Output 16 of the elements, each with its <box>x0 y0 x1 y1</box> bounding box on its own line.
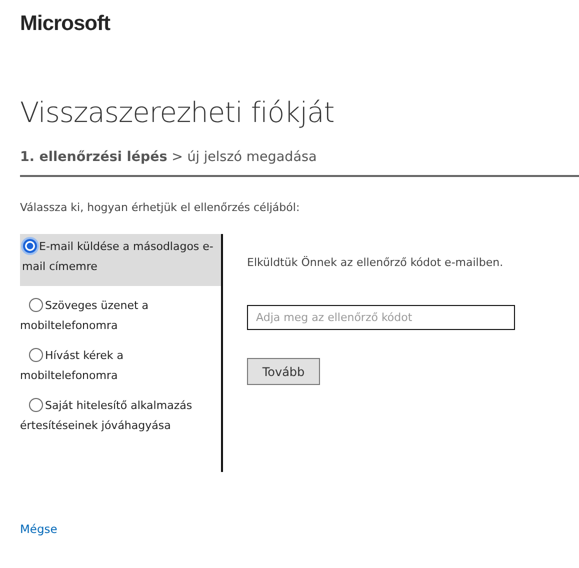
sent-message: Elküldtük Önnek az ellenőrző kódot e-mailben. <box>247 256 504 269</box>
radio-icon <box>29 348 43 362</box>
contact-option[interactable]: Szöveges üzenet a mobiltelefonomra <box>20 296 221 336</box>
contact-option[interactable]: E-mail küldése a másodlagos e-mail címemre <box>20 234 221 286</box>
contact-option[interactable]: Saját hitelesítő alkalmazás értesítéseinek jóváhagyása <box>20 396 221 436</box>
microsoft-logo: Microsoft <box>20 12 112 36</box>
instruction-text: Válassza ki, hogyan érhetjük el ellenőrzés céljából: <box>20 201 301 214</box>
cancel-link[interactable]: Mégse <box>20 522 58 536</box>
next-button[interactable]: Tovább <box>247 358 320 385</box>
radio-icon <box>23 239 37 253</box>
radio-icon <box>29 398 43 412</box>
step-breadcrumb: 1. ellenőrzési lépés > új jelszó megadása <box>20 149 579 177</box>
code-input-field[interactable]: Adja meg az ellenőrző kódot <box>247 305 515 330</box>
radio-icon <box>29 298 43 312</box>
page-title: Visszaszerezheti fiókját <box>20 96 336 129</box>
contact-option[interactable]: Hívást kérek a mobiltelefonomra <box>20 346 221 386</box>
